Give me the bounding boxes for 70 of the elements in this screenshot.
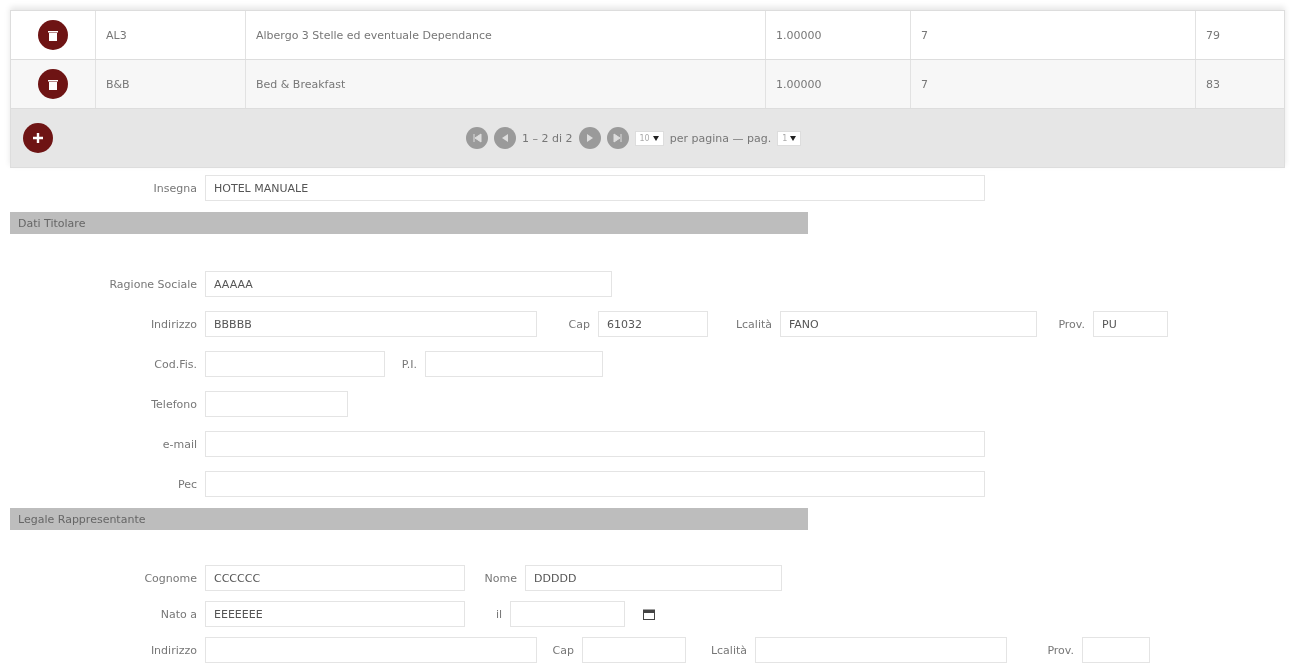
next-page-button[interactable]: [578, 127, 601, 149]
field-label: P.I.: [400, 357, 418, 371]
field-label: Insegna: [152, 181, 198, 195]
section-header: Legale Rappresentante: [10, 508, 808, 530]
first-page-icon: [472, 133, 482, 143]
field-label: Indirizzo: [149, 643, 198, 657]
caret-icon: [790, 135, 797, 141]
field-label: Nome: [483, 571, 518, 585]
first-page-button[interactable]: [466, 127, 488, 149]
field-label: Lcalità: [709, 643, 748, 657]
input-field[interactable]: BBBBB: [205, 311, 537, 337]
input-field[interactable]: [755, 637, 1007, 663]
calendar-icon: [643, 608, 655, 620]
field-label: il: [494, 607, 503, 621]
field-label: Ragione Sociale: [108, 277, 198, 291]
field-label: e-mail: [161, 437, 198, 451]
delete-button[interactable]: [38, 20, 68, 50]
input-field[interactable]: DDDDD: [525, 565, 782, 591]
add-button[interactable]: [23, 123, 53, 153]
input-field[interactable]: HOTEL MANUALE: [205, 175, 985, 201]
field-label: Indirizzo: [149, 317, 198, 331]
input-field[interactable]: [205, 471, 985, 497]
field-label: Prov.: [1046, 643, 1075, 657]
input-field[interactable]: [205, 431, 985, 457]
field-label: Lcalità: [734, 317, 773, 331]
previous-page-button[interactable]: [494, 127, 516, 149]
section-header: Dati Titolare: [10, 212, 808, 234]
field-label: Cod.Fis.: [153, 357, 198, 371]
field-label: Telefono: [150, 397, 198, 411]
table-cell: 7: [921, 77, 928, 91]
field-label: Cap: [567, 317, 591, 331]
input-field[interactable]: [205, 351, 385, 377]
plus-icon: [32, 132, 44, 144]
input-field[interactable]: [425, 351, 603, 377]
input-field[interactable]: [205, 391, 348, 417]
page-range: 1 – 2 di 2: [522, 131, 573, 145]
table-cell: 7: [921, 28, 928, 42]
trash-icon: [48, 78, 58, 90]
table-cell: AL3: [106, 28, 127, 42]
field-label: Prov.: [1057, 317, 1086, 331]
table-cell: 79: [1206, 28, 1220, 42]
table-cell: 1.00000: [776, 77, 822, 91]
pager-label: per pagina — pag.: [669, 131, 772, 145]
input-field[interactable]: [582, 637, 686, 663]
input-field[interactable]: PU: [1093, 311, 1168, 337]
trash-icon: [48, 29, 58, 41]
input-field[interactable]: AAAAA: [205, 271, 612, 297]
table-cell: Albergo 3 Stelle ed eventuale Dependance: [256, 28, 492, 42]
field-label: Cap: [551, 643, 575, 657]
calendar-button[interactable]: [643, 608, 655, 620]
caret-icon: [652, 135, 659, 141]
input-field[interactable]: [510, 601, 625, 627]
next-icon: [585, 133, 594, 143]
previous-icon: [501, 133, 509, 143]
delete-button[interactable]: [38, 69, 68, 99]
input-field[interactable]: 61032: [598, 311, 708, 337]
input-field[interactable]: FANO: [780, 311, 1037, 337]
field-label: Pec: [176, 477, 198, 491]
input-field[interactable]: EEEEEEE: [205, 601, 465, 627]
table-cell: B&B: [106, 77, 130, 91]
field-label: Cognome: [143, 571, 198, 585]
table-cell: Bed & Breakfast: [256, 77, 346, 91]
last-page-icon: [612, 133, 623, 143]
field-label: Nato a: [159, 607, 198, 621]
last-page-button[interactable]: [606, 127, 629, 149]
input-field[interactable]: [205, 637, 537, 663]
table-cell: 1.00000: [776, 28, 822, 42]
input-field[interactable]: [1082, 637, 1150, 663]
input-field[interactable]: CCCCCC: [205, 565, 465, 591]
table-cell: 83: [1206, 77, 1220, 91]
